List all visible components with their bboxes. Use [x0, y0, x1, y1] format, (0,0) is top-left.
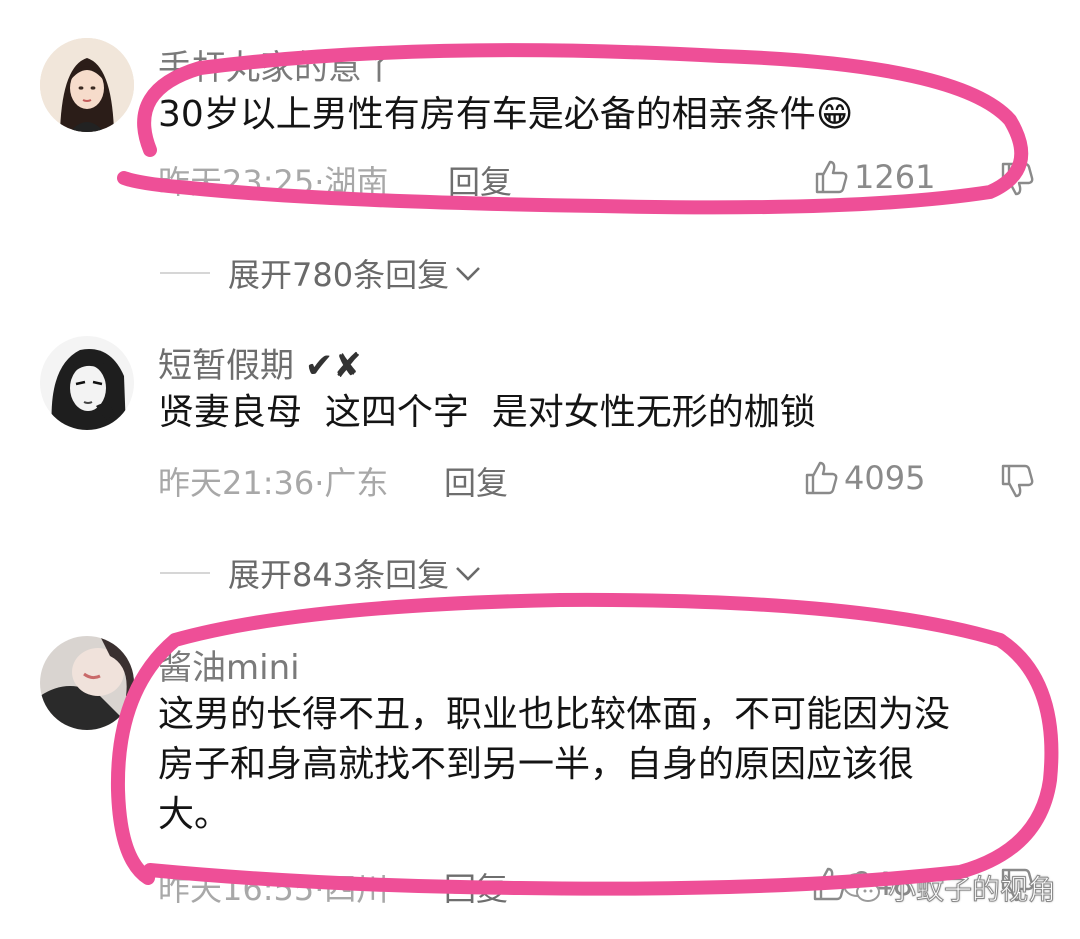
- reply-button[interactable]: 回复: [448, 157, 512, 203]
- comment-text: 这男的长得不丑，职业也比较体面，不可能因为没 房子和身高就找不到另一半，自身的原…: [158, 690, 950, 840]
- like-button[interactable]: 4095: [802, 459, 925, 497]
- reply-button[interactable]: 回复: [444, 864, 508, 910]
- avatar-image: [40, 636, 134, 730]
- like-button[interactable]: 1261: [812, 158, 935, 196]
- watermark-text: 小蚊子的视角: [887, 873, 1057, 907]
- like-count: 4095: [844, 459, 926, 497]
- chevron-down-icon: [453, 258, 483, 288]
- thumb-down-icon: [998, 160, 1036, 198]
- username-text: 短暂假期: [158, 346, 294, 386]
- divider: [160, 272, 210, 274]
- expand-replies-button[interactable]: 展开780条回复: [160, 250, 483, 296]
- grin-emoji-icon: 😁: [815, 94, 854, 135]
- comment-text: 贤妻良母 这四个字 是对女性无形的枷锁: [158, 392, 816, 433]
- thumb-up-icon: [802, 459, 840, 497]
- divider: [160, 572, 210, 574]
- comment-username[interactable]: 手杆丸家的意丫: [158, 40, 396, 89]
- comment-text-line: 房子和身高就找不到另一半，自身的原因应该很: [158, 744, 915, 785]
- thumb-up-icon: [812, 158, 850, 196]
- comment-text: 30岁以上男性有房有车是必备的相亲条件😁: [158, 90, 853, 140]
- expand-replies-label: 展开843条回复: [228, 556, 450, 594]
- reply-button[interactable]: 回复: [444, 458, 508, 504]
- dislike-button[interactable]: [998, 160, 1036, 198]
- comment-text-line: 这男的长得不丑，职业也比较体面，不可能因为没: [158, 694, 951, 735]
- thumb-down-icon: [998, 462, 1036, 500]
- comment-timestamp: 昨天16:55·四川: [158, 870, 389, 908]
- avatar-image: [40, 336, 134, 430]
- avatar[interactable]: [40, 38, 134, 132]
- expand-replies-label: 展开780条回复: [228, 256, 450, 294]
- comment-text-body: 30岁以上男性有房有车是必备的相亲条件: [158, 94, 816, 135]
- checkmark-badge-icon: ✔✘: [304, 346, 362, 386]
- chevron-down-icon: [453, 558, 483, 588]
- wechat-logo-icon: [842, 871, 882, 905]
- like-count: 1261: [854, 158, 936, 196]
- comment-timestamp: 昨天23:25·湖南: [158, 163, 389, 201]
- comment-username[interactable]: 酱油mini: [158, 640, 300, 689]
- avatar[interactable]: [40, 636, 134, 730]
- watermark: 小蚊子的视角: [842, 868, 1057, 908]
- expand-replies-button[interactable]: 展开843条回复: [160, 550, 483, 596]
- comment-timestamp: 昨天21:36·广东: [158, 464, 389, 502]
- avatar[interactable]: [40, 336, 134, 430]
- comment-text-line: 大。: [158, 794, 231, 835]
- avatar-image: [40, 38, 134, 132]
- dislike-button[interactable]: [998, 462, 1036, 500]
- comment-username[interactable]: 短暂假期 ✔✘: [158, 338, 362, 387]
